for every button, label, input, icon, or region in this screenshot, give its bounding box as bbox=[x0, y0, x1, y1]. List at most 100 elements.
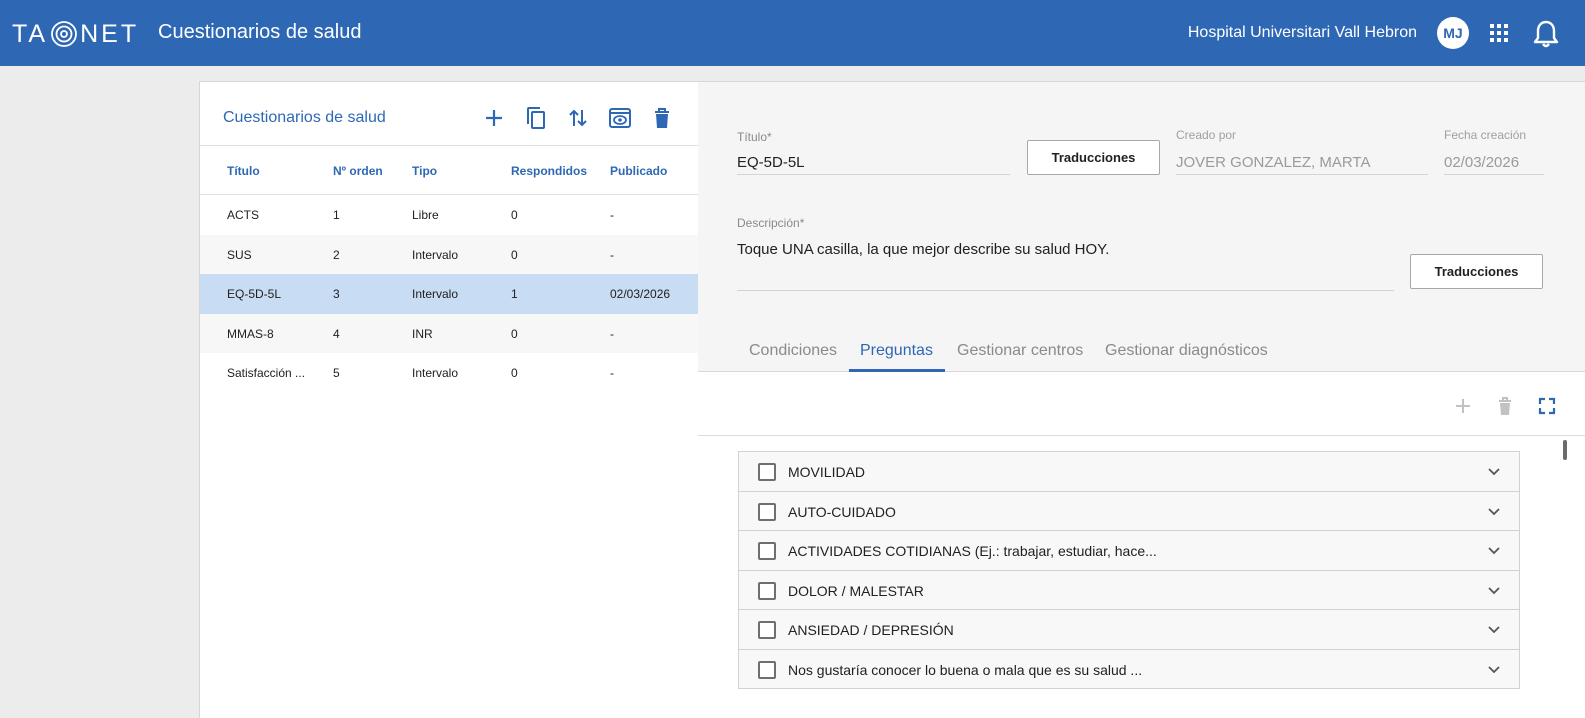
column-header-publicado[interactable]: Publicado bbox=[610, 164, 667, 178]
cell-orden: 2 bbox=[333, 247, 340, 262]
cell-titulo: ACTS bbox=[227, 208, 260, 222]
question-checkbox[interactable] bbox=[758, 463, 776, 481]
cell-orden: 3 bbox=[333, 287, 340, 302]
question-checkbox[interactable] bbox=[758, 542, 776, 561]
cell-orden: 1 bbox=[333, 208, 340, 222]
sort-icon[interactable] bbox=[566, 106, 590, 130]
cell-respondidos: 1 bbox=[511, 287, 518, 302]
add-icon[interactable] bbox=[482, 106, 506, 130]
titulo-label: Título* bbox=[737, 130, 772, 144]
app-title: Cuestionarios de salud bbox=[158, 21, 362, 43]
apps-grid-icon[interactable] bbox=[1490, 24, 1508, 42]
fecha-creacion-field: 02/03/2026 bbox=[1444, 154, 1520, 171]
column-header-respondidos[interactable]: Respondidos bbox=[511, 164, 587, 178]
scrollbar-thumb[interactable] bbox=[1563, 440, 1567, 460]
table-row[interactable]: Satisfacción ... 5 Intervalo 0 - bbox=[200, 353, 698, 393]
question-checkbox[interactable] bbox=[758, 581, 776, 600]
chevron-down-icon[interactable] bbox=[1487, 623, 1501, 637]
cell-publicado: - bbox=[610, 247, 614, 262]
questions-toolbar bbox=[698, 372, 1585, 436]
list-panel-header: Cuestionarios de salud bbox=[200, 82, 698, 146]
cell-titulo: SUS bbox=[227, 247, 252, 262]
delete-question-icon[interactable] bbox=[1495, 396, 1515, 416]
questions-area: MOVILIDAD AUTO-CUIDADO ACTIVIDADES COTID… bbox=[698, 372, 1585, 718]
question-checkbox[interactable] bbox=[758, 621, 776, 640]
question-item[interactable]: ACTIVIDADES COTIDIANAS (Ej.: trabajar, e… bbox=[738, 530, 1520, 570]
table-row[interactable]: ACTS 1 Libre 0 - bbox=[200, 195, 698, 235]
cell-publicado: - bbox=[610, 208, 614, 222]
questions-list: MOVILIDAD AUTO-CUIDADO ACTIVIDADES COTID… bbox=[738, 451, 1520, 689]
question-checkbox[interactable] bbox=[758, 660, 776, 679]
chevron-down-icon[interactable] bbox=[1487, 584, 1501, 598]
question-text: ACTIVIDADES COTIDIANAS (Ej.: trabajar, e… bbox=[788, 543, 1157, 560]
cell-tipo: Intervalo bbox=[412, 247, 459, 262]
preview-icon[interactable] bbox=[608, 106, 632, 130]
fecha-creacion-underline bbox=[1444, 174, 1544, 175]
titulo-field[interactable]: EQ-5D-5L bbox=[737, 154, 805, 171]
cell-titulo: EQ-5D-5L bbox=[227, 287, 282, 302]
question-item[interactable]: DOLOR / MALESTAR bbox=[738, 569, 1520, 610]
traducciones-titulo-button[interactable]: Traducciones bbox=[1027, 140, 1160, 175]
table-row-selected[interactable]: EQ-5D-5L 3 Intervalo 1 02/03/2026 bbox=[200, 274, 698, 314]
question-checkbox[interactable] bbox=[758, 502, 776, 521]
table-row[interactable]: SUS 2 Intervalo 0 - bbox=[200, 234, 698, 275]
tab-condiciones[interactable]: Condiciones bbox=[749, 342, 837, 360]
column-header-orden[interactable]: Nº orden bbox=[333, 164, 383, 178]
creado-por-underline bbox=[1176, 174, 1428, 175]
question-item[interactable]: ANSIEDAD / DEPRESIÓN bbox=[738, 609, 1520, 649]
column-header-titulo[interactable]: Título bbox=[227, 164, 260, 178]
fullscreen-icon[interactable] bbox=[1537, 396, 1557, 416]
chevron-down-icon[interactable] bbox=[1487, 465, 1501, 479]
logo-text-right: NET bbox=[80, 19, 140, 48]
user-avatar[interactable]: MJ bbox=[1437, 17, 1469, 49]
cell-tipo: Intervalo bbox=[412, 366, 459, 381]
cell-tipo: INR bbox=[412, 326, 433, 341]
question-text: Nos gustaría conocer lo buena o mala que… bbox=[788, 661, 1143, 678]
cell-respondidos: 0 bbox=[511, 326, 518, 341]
cell-publicado: 02/03/2026 bbox=[610, 287, 671, 302]
logo-text-left: TA bbox=[12, 19, 49, 48]
cell-publicado: - bbox=[610, 366, 614, 381]
question-item[interactable]: AUTO-CUIDADO bbox=[738, 490, 1520, 531]
logo-mark-icon bbox=[51, 21, 77, 47]
tab-gestionar-diagnosticos[interactable]: Gestionar diagnósticos bbox=[1105, 342, 1268, 360]
chevron-down-icon[interactable] bbox=[1487, 505, 1501, 519]
delete-icon[interactable] bbox=[650, 106, 674, 130]
add-question-icon[interactable] bbox=[1453, 396, 1473, 416]
questionnaire-list-panel: Cuestionarios de salud Título Nº orden T… bbox=[199, 81, 698, 718]
table-header: Título Nº orden Tipo Respondidos Publica… bbox=[200, 146, 698, 195]
creado-por-label: Creado por bbox=[1176, 128, 1237, 142]
question-item[interactable]: Nos gustaría conocer lo buena o mala que… bbox=[738, 648, 1520, 689]
cell-respondidos: 0 bbox=[511, 247, 518, 262]
questionnaire-detail-panel: Título* EQ-5D-5L Traducciones Creado por… bbox=[698, 81, 1585, 718]
tab-preguntas[interactable]: Preguntas bbox=[860, 342, 933, 360]
titulo-field-underline bbox=[737, 174, 1010, 175]
question-text: ANSIEDAD / DEPRESIÓN bbox=[788, 622, 954, 639]
chevron-down-icon[interactable] bbox=[1487, 544, 1501, 558]
hospital-name[interactable]: Hospital Universitari Vall Hebron bbox=[1188, 24, 1417, 42]
cell-publicado: - bbox=[610, 326, 614, 341]
table-row[interactable]: MMAS-8 4 INR 0 - bbox=[200, 313, 698, 354]
cell-titulo: MMAS-8 bbox=[227, 326, 274, 341]
cell-respondidos: 0 bbox=[511, 208, 518, 222]
descripcion-label: Descripción* bbox=[737, 216, 805, 230]
column-header-tipo[interactable]: Tipo bbox=[412, 164, 437, 178]
copy-icon[interactable] bbox=[524, 106, 548, 130]
notifications-bell-icon[interactable] bbox=[1532, 19, 1560, 49]
cell-titulo: Satisfacción ... bbox=[227, 366, 306, 381]
tab-gestionar-centros[interactable]: Gestionar centros bbox=[957, 342, 1083, 360]
question-text: DOLOR / MALESTAR bbox=[788, 582, 924, 599]
fecha-creacion-label: Fecha creación bbox=[1444, 128, 1527, 142]
list-panel-title: Cuestionarios de salud bbox=[223, 109, 386, 126]
descripcion-field-underline bbox=[737, 290, 1394, 291]
detail-tabs: Condiciones Preguntas Gestionar centros … bbox=[698, 334, 1585, 372]
cell-tipo: Libre bbox=[412, 208, 439, 222]
question-text: MOVILIDAD bbox=[788, 464, 866, 480]
top-bar: TA NET Cuestionarios de salud Hospital U… bbox=[0, 0, 1585, 66]
descripcion-field[interactable]: Toque UNA casilla, la que mejor describe… bbox=[737, 241, 1109, 258]
cell-orden: 4 bbox=[333, 326, 340, 341]
question-item[interactable]: MOVILIDAD bbox=[738, 451, 1520, 491]
taonet-logo[interactable]: TA NET bbox=[12, 18, 139, 50]
traducciones-descripcion-button[interactable]: Traducciones bbox=[1410, 254, 1543, 289]
chevron-down-icon[interactable] bbox=[1487, 663, 1501, 677]
